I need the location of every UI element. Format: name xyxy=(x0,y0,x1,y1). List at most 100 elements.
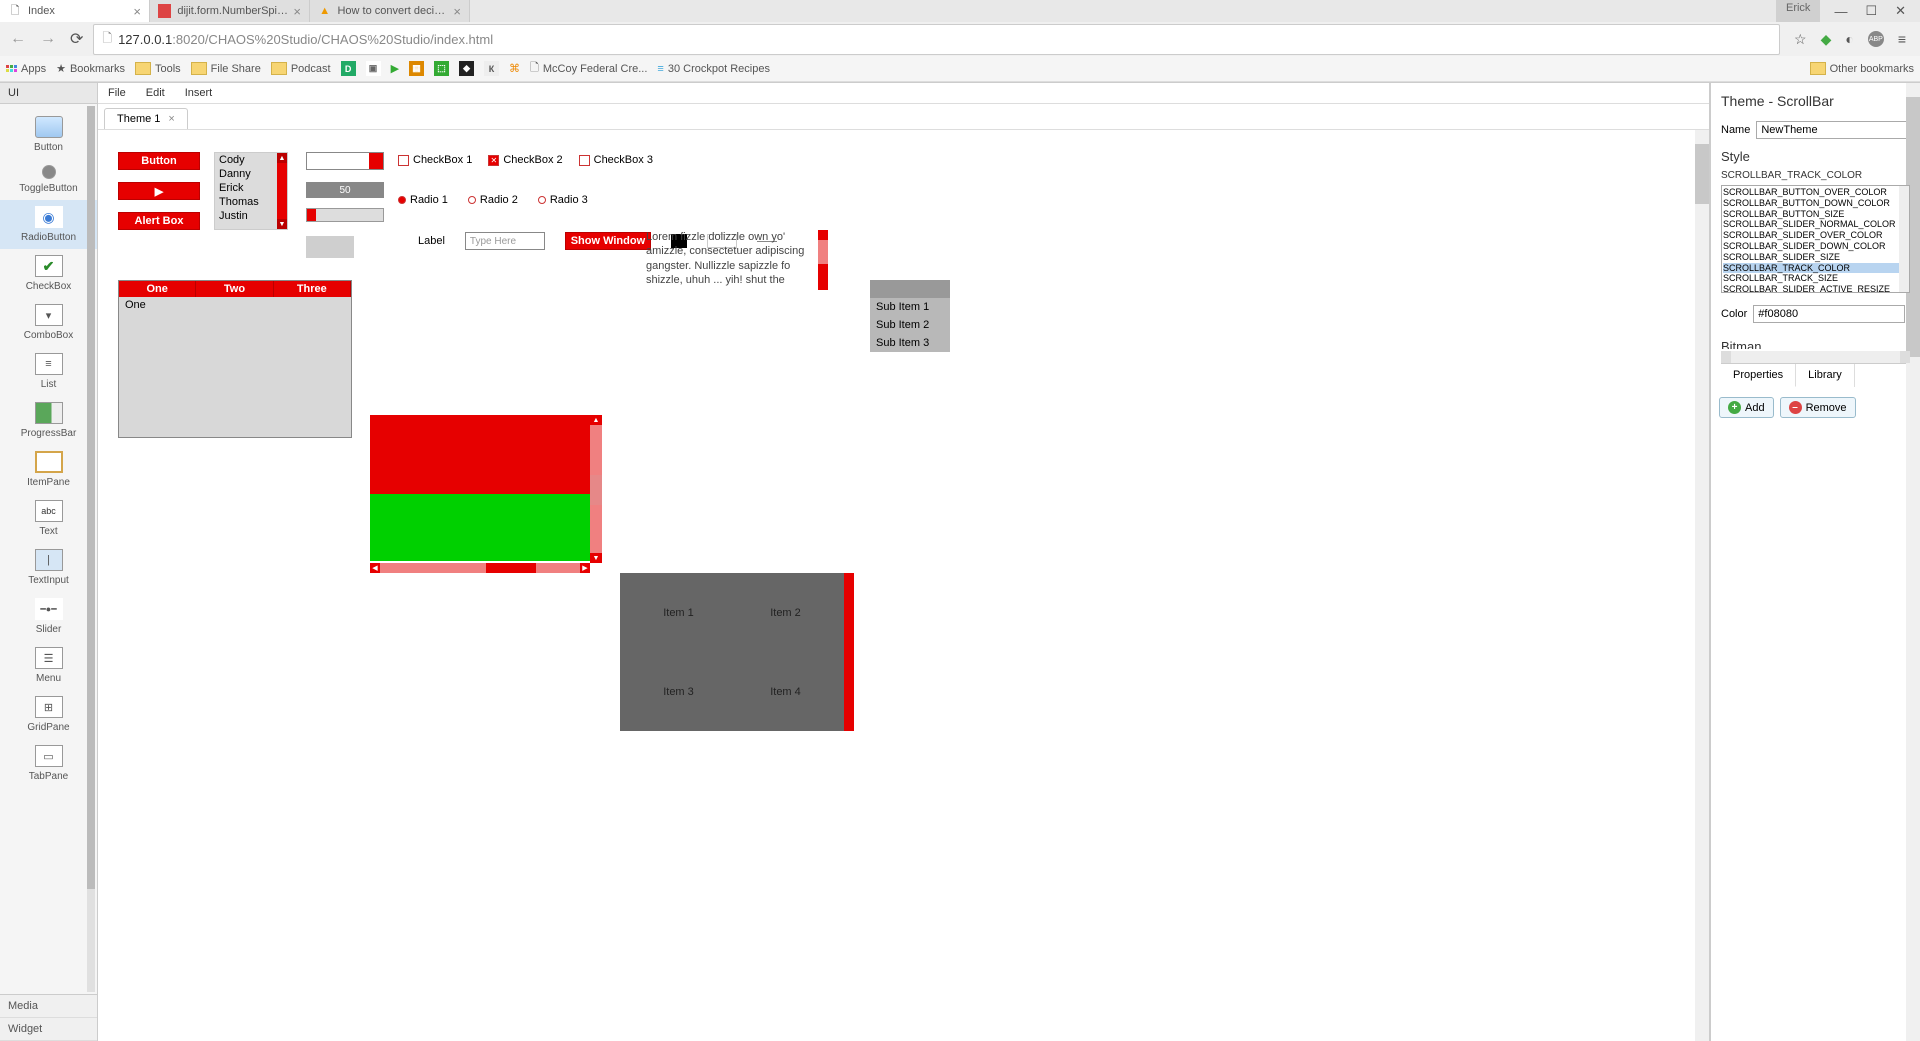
grid-cell[interactable]: Item 3 xyxy=(620,652,737,731)
palette-combobox[interactable]: ▾ComboBox xyxy=(0,298,97,347)
demo-radio[interactable]: Radio 3 xyxy=(538,194,588,206)
scroll-up-icon[interactable]: ▲ xyxy=(277,153,287,163)
scroll-left-icon[interactable]: ◀ xyxy=(370,563,380,573)
scrollbar-thumb-h[interactable] xyxy=(486,563,536,573)
bookmark-folder[interactable]: File Share xyxy=(191,62,261,75)
palette-checkbox[interactable]: CheckBox xyxy=(0,249,97,298)
demo-alert-button[interactable]: Alert Box xyxy=(118,212,200,230)
palette-list[interactable]: ≡List xyxy=(0,347,97,396)
doc-tab[interactable]: Theme 1 × xyxy=(104,108,188,129)
tab-one[interactable]: One xyxy=(119,281,196,297)
sub-item[interactable]: Sub Item 2 xyxy=(870,316,950,334)
panel-header[interactable]: UI xyxy=(0,83,97,104)
palette-radiobutton[interactable]: RadioButton xyxy=(0,200,97,249)
demo-checkbox[interactable]: CheckBox 1 xyxy=(398,154,472,166)
tab-properties[interactable]: Properties xyxy=(1721,364,1796,387)
demo-play-button[interactable] xyxy=(118,182,200,200)
demo-progress[interactable] xyxy=(306,208,384,222)
grid-cell[interactable]: Item 1 xyxy=(620,573,737,652)
palette-text[interactable]: Text xyxy=(0,494,97,543)
palette-itempane[interactable]: ItemPane xyxy=(0,445,97,494)
demo-button[interactable]: Button xyxy=(118,152,200,170)
grid-cell[interactable]: Item 4 xyxy=(727,652,844,731)
menu-file[interactable]: File xyxy=(108,87,126,99)
browser-tab[interactable]: ▲ How to convert decimal t × xyxy=(310,0,470,22)
palette-button[interactable]: Button xyxy=(0,110,97,159)
palette-togglebutton[interactable]: ToggleButton xyxy=(0,159,97,200)
abp-icon[interactable]: ABP xyxy=(1868,31,1884,47)
bookmark-icon[interactable]: К xyxy=(484,61,499,76)
bookmark-icon[interactable]: ▦ xyxy=(409,61,424,76)
tab-three[interactable]: Three xyxy=(274,281,351,297)
demo-number[interactable]: 50 xyxy=(306,182,384,198)
apps-button[interactable]: Apps xyxy=(6,63,46,75)
sub-item[interactable]: Sub Item 3 xyxy=(870,334,950,352)
menu-icon[interactable]: ≡ xyxy=(1898,31,1906,47)
color-input[interactable] xyxy=(1753,305,1905,323)
style-list[interactable]: SCROLLBAR_BUTTON_OVER_COLOR SCROLLBAR_BU… xyxy=(1721,185,1910,293)
name-input[interactable] xyxy=(1756,121,1910,139)
bookmark-item[interactable]: ★Bookmarks xyxy=(56,62,125,75)
demo-colorpanel[interactable]: ▲▼ ◀▶ xyxy=(370,415,602,573)
scrollbar-thumb[interactable] xyxy=(590,475,602,505)
palette-tabpane[interactable]: ▭TabPane xyxy=(0,739,97,788)
demo-radio[interactable]: Radio 1 xyxy=(398,194,448,206)
scrollbar-h[interactable]: ◀▶ xyxy=(370,563,590,573)
palette-textinput[interactable]: |TextInput xyxy=(0,543,97,592)
demo-subpanel[interactable]: Sub Item 1 Sub Item 2 Sub Item 3 xyxy=(870,280,950,352)
bookmark-item[interactable]: ≡30 Crockpot Recipes xyxy=(657,63,770,75)
bookmark-icon[interactable]: D xyxy=(341,61,356,76)
bookmark-icon[interactable]: ▶ xyxy=(391,62,399,75)
canvas-scroll-thumb[interactable] xyxy=(1695,144,1709,204)
list-scrollbar[interactable] xyxy=(1899,186,1909,292)
menu-insert[interactable]: Insert xyxy=(185,87,213,99)
grid-cell[interactable]: Item 2 xyxy=(727,573,844,652)
browser-tab[interactable]: dijit.form.NumberSpinner × xyxy=(150,0,310,22)
demo-checkbox[interactable]: CheckBox 3 xyxy=(579,154,653,166)
close-icon[interactable]: × xyxy=(133,4,141,19)
tab-two[interactable]: Two xyxy=(196,281,273,297)
close-icon[interactable]: × xyxy=(453,4,461,19)
palette-menu[interactable]: ☰Menu xyxy=(0,641,97,690)
palette-slider[interactable]: Slider xyxy=(0,592,97,641)
back-icon[interactable]: ← xyxy=(6,28,30,50)
bookmark-icon[interactable]: ⬚ xyxy=(434,61,449,76)
bookmark-folder[interactable]: Podcast xyxy=(271,62,331,75)
scrollbar-thumb[interactable] xyxy=(87,106,95,889)
palette-progressbar[interactable]: ProgressBar xyxy=(0,396,97,445)
bookmark-item[interactable]: 🗋McCoy Federal Cre... xyxy=(530,59,647,78)
bookmark-icon[interactable]: ▣ xyxy=(366,61,381,76)
scroll-down-icon[interactable]: ▼ xyxy=(590,553,602,563)
close-icon[interactable]: ✕ xyxy=(1895,3,1906,19)
demo-combo[interactable] xyxy=(306,152,384,170)
demo-radio[interactable]: Radio 2 xyxy=(468,194,518,206)
scrollbar[interactable] xyxy=(844,573,854,731)
footer-media[interactable]: Media xyxy=(0,995,97,1018)
demo-checkbox[interactable]: ✕CheckBox 2 xyxy=(488,154,562,166)
reload-icon[interactable]: ⟳ xyxy=(66,27,87,51)
canvas[interactable]: Button Alert Box Cody Danny Erick Thomas… xyxy=(98,130,1709,1041)
forward-icon[interactable]: → xyxy=(36,28,60,50)
h-scrollbar[interactable] xyxy=(1721,351,1910,363)
remove-button[interactable]: –Remove xyxy=(1780,397,1856,418)
canvas-scrollbar[interactable] xyxy=(1695,130,1709,1041)
star-icon[interactable]: ☆ xyxy=(1794,31,1807,48)
url-bar[interactable]: 🗋 127.0.0.1:8020/CHAOS%20Studio/CHAOS%20… xyxy=(93,24,1780,55)
scrollbar[interactable] xyxy=(277,153,287,229)
demo-tabtable[interactable]: One Two Three One xyxy=(118,280,352,438)
scroll-right-icon[interactable]: ▶ xyxy=(580,563,590,573)
demo-list[interactable]: Cody Danny Erick Thomas Justin ▲ ▼ xyxy=(214,152,288,230)
demo-textinput[interactable]: Type Here xyxy=(465,232,545,250)
scroll-down-icon[interactable]: ▼ xyxy=(277,219,287,229)
show-window-button[interactable]: Show Window xyxy=(565,232,651,250)
evernote-icon[interactable]: ◆ xyxy=(1821,31,1832,48)
other-bookmarks[interactable]: Other bookmarks xyxy=(1810,62,1914,75)
close-icon[interactable]: × xyxy=(293,4,301,19)
scroll-up-icon[interactable]: ▲ xyxy=(590,415,602,425)
bookmark-icon[interactable]: ◆ xyxy=(459,61,474,76)
extension-icon[interactable]: ◐ xyxy=(1845,31,1853,47)
scrollbar-thumb[interactable] xyxy=(818,240,828,264)
demo-gridpanel[interactable]: Item 1 Item 2 Item 3 Item 4 xyxy=(620,573,854,731)
browser-tab-active[interactable]: 🗋 Index × xyxy=(0,0,150,22)
palette-gridpane[interactable]: ⊞GridPane xyxy=(0,690,97,739)
